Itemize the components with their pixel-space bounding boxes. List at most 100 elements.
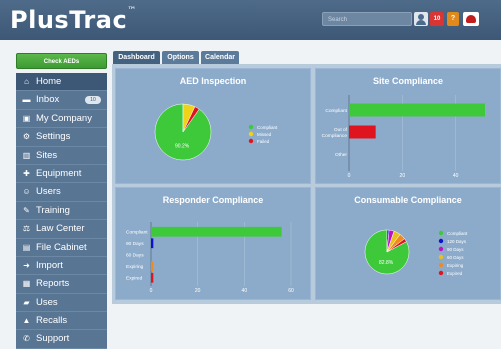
legend-marker	[248, 124, 254, 130]
help-icon[interactable]: ?	[447, 12, 459, 26]
category-label: Out of	[334, 127, 348, 133]
notification-badge[interactable]: 10	[430, 12, 444, 26]
sidebar-item-sites[interactable]: ▥ Sites	[16, 146, 107, 165]
sidebar-item-inbox[interactable]: ▬ Inbox 10	[16, 91, 107, 110]
legend-marker	[438, 254, 444, 260]
gear-icon: ⚙	[22, 132, 31, 142]
sidebar-item-label: Equipment	[36, 167, 82, 179]
sidebar-nav: ⌂ Home ▬ Inbox 10 ▣ My Company ⚙ Settings ▥ Sites ✚…	[16, 73, 107, 349]
legend-marker	[438, 262, 444, 268]
tick-label: 20	[195, 288, 201, 294]
category-label: 90 Days	[126, 241, 144, 247]
sidebar-item-label: Users	[36, 186, 61, 198]
sidebar-item-settings[interactable]: ⚙ Settings	[16, 128, 107, 147]
tab-dashboard[interactable]: Dashboard	[113, 51, 160, 64]
site-compliance-panel: Site Compliance 0204060CompliantOut ofCo…	[315, 68, 501, 184]
sidebar-item-users[interactable]: ☺ Users	[16, 183, 107, 202]
sidebar-item-label: Uses	[36, 296, 58, 308]
category-label: Compliance	[322, 133, 348, 139]
sidebar-item-label: Settings	[36, 131, 71, 143]
legend-label: 90 Days	[447, 247, 464, 252]
sidebar-item-home[interactable]: ⌂ Home	[16, 73, 107, 92]
bar	[151, 226, 282, 237]
bar	[151, 238, 154, 249]
sidebar-item-my-company[interactable]: ▣ My Company	[16, 109, 107, 129]
responder-compliance-chart: 0 20 40 60 Compliant 90 Days 60 Days Expiring Ex…	[126, 222, 294, 294]
sidebar-item-reports[interactable]: ▦ Reports	[16, 275, 107, 294]
logo[interactable]: PlusTrac™	[10, 6, 137, 34]
aed-inspection-chart: 90.2% Compliant Missed Failed	[154, 103, 278, 161]
warning-icon: ▲	[22, 316, 31, 326]
top-bar: PlusTrac™ Search 10 ?	[0, 0, 501, 40]
building-icon: ▥	[22, 150, 31, 160]
tick-label: 20	[400, 173, 406, 179]
sidebar-item-support[interactable]: ✆ Support	[16, 330, 107, 349]
inbox-count-badge: 10	[85, 96, 101, 105]
sidebar-item-label: Sites	[36, 149, 58, 161]
dashboard-content: AED Inspection 90.2% Compliant Missed Faile…	[112, 64, 501, 304]
sidebar-item-training[interactable]: ✎ Training	[16, 201, 107, 221]
tick-label: 0	[150, 288, 153, 294]
scales-icon: ⚖	[22, 224, 31, 234]
company-icon: ▣	[22, 113, 31, 123]
support-icon: ✆	[23, 334, 30, 344]
sidebar-item-label: Reports	[36, 278, 70, 290]
briefcase-icon: ▰	[23, 297, 30, 307]
legend-label: Compliant	[447, 231, 468, 236]
sidebar-item-label: Training	[36, 204, 70, 216]
plus-icon: ✚	[23, 168, 30, 178]
tab-options[interactable]: Options	[162, 51, 199, 64]
sidebar-item-equipment[interactable]: ✚ Equipment	[16, 164, 107, 184]
category-label: Compliant	[126, 230, 148, 236]
legend-label: Failed	[257, 139, 270, 144]
sidebar-item-label: My Company	[36, 112, 92, 124]
sidebar-item-recalls[interactable]: ▲ Recalls	[16, 312, 107, 331]
user-icon[interactable]	[414, 12, 428, 26]
tick-label: 60	[288, 288, 294, 294]
legend-label: Expiring	[447, 263, 464, 268]
aed-inspection-panel: AED Inspection 90.2% Compliant Missed Faile…	[115, 68, 311, 184]
sidebar-item-file-cabinet[interactable]: ▤ File Cabinet	[16, 238, 107, 257]
consumable-compliance-panel: Consumable Compliance 82.8% Compliant 120 …	[315, 187, 501, 300]
legend-label: 60 Days	[447, 255, 464, 260]
sidebar-item-label: Import	[36, 259, 63, 271]
sidebar-item-label: File Cabinet	[36, 241, 87, 253]
tick-label: 40	[242, 288, 248, 294]
sidebar-item-label: Inbox	[36, 94, 60, 106]
legend-label: Missed	[257, 132, 272, 137]
site-compliance-chart: 0204060CompliantOut ofComplianceOther	[322, 95, 485, 179]
legend-marker	[248, 138, 254, 144]
file-icon: ▤	[22, 242, 31, 252]
responder-compliance-panel: Responder Compliance 0 20 40 60 Compliant 90 …	[115, 187, 311, 300]
legend-label: 120 Days	[447, 239, 467, 244]
users-icon: ☺	[22, 187, 31, 197]
sidebar: Check AEDs ⌂ Home ▬ Inbox 10 ▣ My Company ⚙ Sett…	[16, 53, 107, 349]
bar	[151, 272, 154, 283]
sidebar-item-uses[interactable]: ▰ Uses	[16, 293, 107, 313]
home-icon: ⌂	[24, 77, 29, 86]
legend-label: Expired	[447, 271, 463, 276]
training-icon: ✎	[23, 205, 30, 215]
bar	[349, 103, 485, 117]
import-icon: ➜	[23, 260, 30, 270]
check-aeds-button[interactable]: Check AEDs	[16, 53, 107, 69]
category-label: Expiring	[126, 264, 144, 270]
sidebar-item-label: Home	[36, 76, 62, 87]
legend-marker	[438, 238, 444, 244]
tick-label: 0	[348, 173, 351, 179]
tab-calendar[interactable]: Calendar	[201, 51, 239, 64]
consumable-compliance-chart: 82.8% Compliant 120 Days 90 Days 60 Days Expi…	[364, 229, 468, 276]
category-label: 60 Days	[126, 253, 144, 259]
sidebar-item-law-center[interactable]: ⚖ Law Center	[16, 220, 107, 239]
sidebar-item-import[interactable]: ➜ Import	[16, 256, 107, 276]
legend-marker	[438, 246, 444, 252]
legend-marker	[438, 270, 444, 276]
report-icon: ▦	[22, 279, 31, 289]
sidebar-item-label: Law Center	[36, 223, 85, 235]
search-input[interactable]: Search	[322, 12, 412, 26]
sidebar-item-label: Support	[36, 333, 70, 345]
pie-slice-label: 82.8%	[379, 260, 394, 266]
aed-icon[interactable]	[463, 12, 479, 26]
inbox-icon: ▬	[22, 95, 31, 105]
bar	[151, 261, 154, 272]
